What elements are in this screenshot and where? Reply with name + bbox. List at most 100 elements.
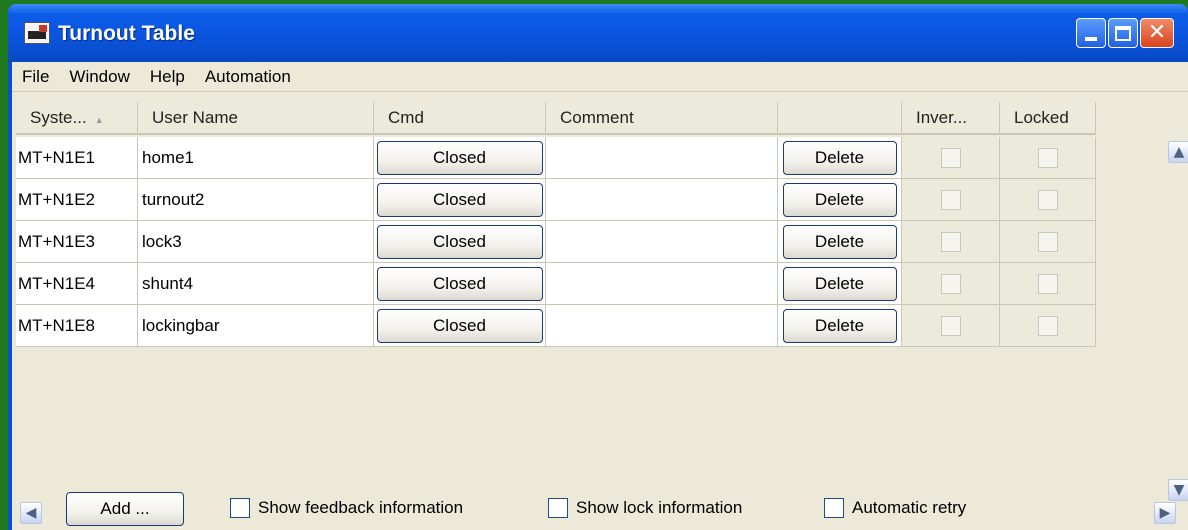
cmd-closed-button[interactable]: Closed	[376, 224, 543, 259]
header-user-name[interactable]: User Name	[138, 102, 374, 133]
system-name-cell: MT+N1E8	[16, 305, 138, 346]
delete-button[interactable]: Delete	[782, 140, 897, 175]
locked-checkbox[interactable]	[1037, 273, 1058, 294]
system-name-cell: MT+N1E3	[16, 221, 138, 262]
comment-cell[interactable]	[546, 263, 778, 304]
locked-checkbox[interactable]	[1037, 231, 1058, 252]
inverted-checkbox[interactable]	[940, 315, 961, 336]
automatic-retry-option[interactable]: Automatic retry	[824, 498, 966, 518]
scroll-up-icon[interactable]: ▲	[1168, 141, 1188, 163]
table-row[interactable]: MT+N1E1 home1 Closed Delete	[16, 137, 1096, 179]
menu-automation[interactable]: Automation	[195, 67, 301, 87]
header-system-label: Syste...	[30, 107, 87, 127]
locked-cell	[1000, 137, 1096, 178]
menu-help[interactable]: Help	[140, 67, 195, 87]
inverted-cell	[902, 305, 1000, 346]
header-locked[interactable]: Locked	[1000, 102, 1096, 133]
delete-button[interactable]: Delete	[782, 308, 897, 343]
locked-cell	[1000, 179, 1096, 220]
cmd-closed-button[interactable]: Closed	[376, 266, 543, 301]
table-header: Syste... ▲ User Name Cmd Comment Inver..…	[16, 102, 1096, 135]
system-name-cell: MT+N1E4	[16, 263, 138, 304]
user-name-cell[interactable]: turnout2	[138, 179, 374, 220]
comment-cell[interactable]	[546, 305, 778, 346]
title-bar[interactable]: Turnout Table ✕	[8, 4, 1188, 62]
cmd-closed-button[interactable]: Closed	[376, 182, 543, 217]
delete-cell: Delete	[778, 305, 902, 346]
locked-checkbox[interactable]	[1037, 147, 1058, 168]
show-feedback-checkbox[interactable]	[230, 498, 250, 518]
header-system-name[interactable]: Syste... ▲	[16, 102, 138, 133]
table-row[interactable]: MT+N1E4 shunt4 Closed Delete	[16, 263, 1096, 305]
show-lock-checkbox[interactable]	[548, 498, 568, 518]
cmd-cell: Closed	[374, 137, 546, 178]
inverted-cell	[902, 221, 1000, 262]
locked-checkbox[interactable]	[1037, 315, 1058, 336]
table-row[interactable]: MT+N1E2 turnout2 Closed Delete	[16, 179, 1096, 221]
table-row[interactable]: MT+N1E8 lockingbar Closed Delete	[16, 305, 1096, 347]
add-button[interactable]: Add ...	[66, 492, 184, 526]
inverted-cell	[902, 179, 1000, 220]
show-lock-option[interactable]: Show lock information	[548, 498, 742, 518]
locked-cell	[1000, 305, 1096, 346]
window-client-area: File Window Help Automation Syste... ▲ U…	[12, 62, 1188, 530]
show-feedback-label: Show feedback information	[258, 498, 464, 517]
menu-bar: File Window Help Automation	[12, 62, 1188, 92]
inverted-checkbox[interactable]	[940, 147, 961, 168]
header-comment[interactable]: Comment	[546, 102, 778, 133]
header-cmd[interactable]: Cmd	[374, 102, 546, 133]
user-name-cell[interactable]: lockingbar	[138, 305, 374, 346]
close-icon: ✕	[1147, 20, 1167, 45]
locked-cell	[1000, 263, 1096, 304]
show-feedback-option[interactable]: Show feedback information	[230, 498, 463, 518]
minimize-icon	[1085, 37, 1097, 41]
header-inverted[interactable]: Inver...	[902, 102, 1000, 133]
cmd-closed-button[interactable]: Closed	[376, 308, 543, 343]
train-app-icon	[24, 22, 50, 44]
delete-cell: Delete	[778, 179, 902, 220]
system-name-cell: MT+N1E1	[16, 137, 138, 178]
inverted-cell	[902, 137, 1000, 178]
close-button[interactable]: ✕	[1140, 18, 1174, 48]
user-name-cell[interactable]: home1	[138, 137, 374, 178]
comment-cell[interactable]	[546, 179, 778, 220]
vertical-scrollbar[interactable]: ▲ ▼	[1168, 137, 1188, 507]
automatic-retry-label: Automatic retry	[852, 498, 967, 517]
inverted-checkbox[interactable]	[940, 189, 961, 210]
automatic-retry-checkbox[interactable]	[824, 498, 844, 518]
window-title: Turnout Table	[58, 22, 195, 45]
menu-file[interactable]: File	[12, 67, 59, 87]
minimize-button[interactable]	[1076, 18, 1106, 48]
show-lock-label: Show lock information	[576, 498, 743, 517]
delete-button[interactable]: Delete	[782, 182, 897, 217]
comment-cell[interactable]	[546, 221, 778, 262]
cmd-cell: Closed	[374, 179, 546, 220]
system-name-cell: MT+N1E2	[16, 179, 138, 220]
table-body: MT+N1E1 home1 Closed Delete MT+N1E2 turn…	[16, 137, 1096, 347]
table-row[interactable]: MT+N1E3 lock3 Closed Delete	[16, 221, 1096, 263]
maximize-icon	[1115, 25, 1131, 41]
bottom-toolbar: Add ... Show feedback information Show l…	[12, 492, 1188, 530]
cmd-cell: Closed	[374, 305, 546, 346]
cmd-cell: Closed	[374, 221, 546, 262]
delete-cell: Delete	[778, 137, 902, 178]
maximize-button[interactable]	[1108, 18, 1138, 48]
header-delete[interactable]	[778, 102, 902, 133]
inverted-checkbox[interactable]	[940, 231, 961, 252]
cmd-closed-button[interactable]: Closed	[376, 140, 543, 175]
user-name-cell[interactable]: lock3	[138, 221, 374, 262]
inverted-checkbox[interactable]	[940, 273, 961, 294]
cmd-cell: Closed	[374, 263, 546, 304]
delete-button[interactable]: Delete	[782, 224, 897, 259]
turnout-table: Syste... ▲ User Name Cmd Comment Inver..…	[16, 102, 1188, 524]
comment-cell[interactable]	[546, 137, 778, 178]
locked-checkbox[interactable]	[1037, 189, 1058, 210]
inverted-cell	[902, 263, 1000, 304]
delete-cell: Delete	[778, 263, 902, 304]
locked-cell	[1000, 221, 1096, 262]
delete-button[interactable]: Delete	[782, 266, 897, 301]
menu-window[interactable]: Window	[59, 67, 139, 87]
sort-arrow-icon: ▲	[94, 114, 104, 125]
user-name-cell[interactable]: shunt4	[138, 263, 374, 304]
delete-cell: Delete	[778, 221, 902, 262]
